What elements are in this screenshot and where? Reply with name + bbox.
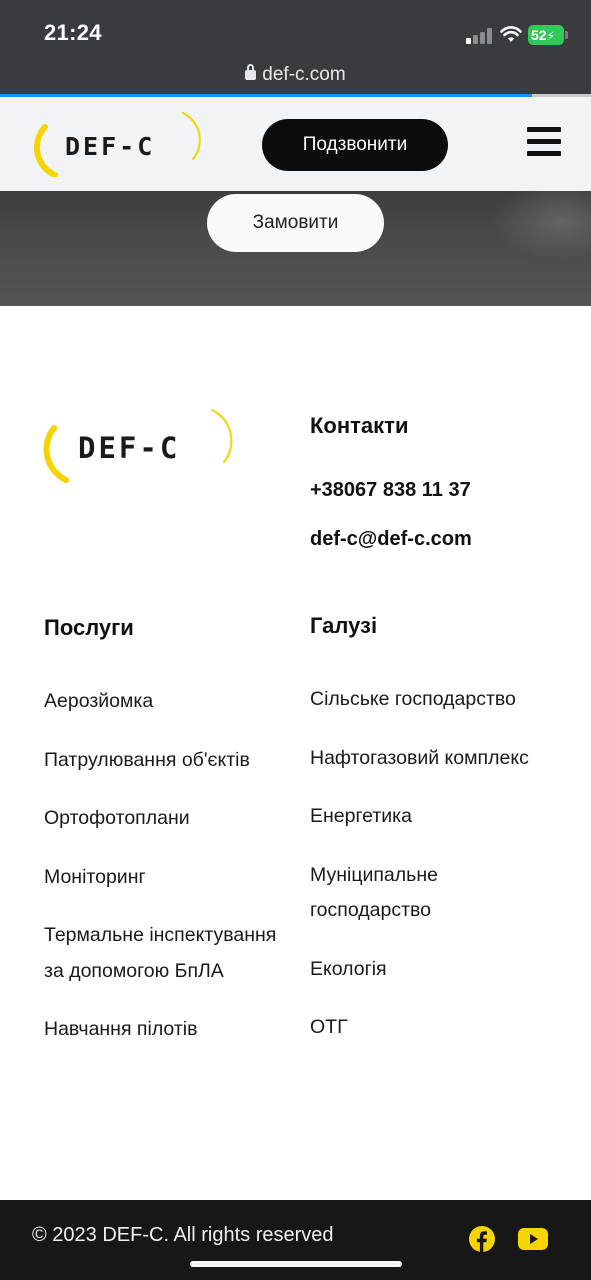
- services-item-patrol[interactable]: Патрулювання об'єктів: [44, 743, 290, 779]
- phone-link[interactable]: +38067 838 11 37: [310, 479, 471, 502]
- industries-item-ecology[interactable]: Екологія: [310, 952, 570, 988]
- services-item-monitoring[interactable]: Моніторинг: [44, 860, 290, 896]
- call-button[interactable]: Подзвонити: [262, 119, 448, 171]
- services-heading: Послуги: [44, 615, 134, 640]
- industries-item-otg[interactable]: ОТГ: [310, 1010, 570, 1046]
- order-button[interactable]: Замовити: [207, 194, 384, 252]
- industries-item-oil-gas[interactable]: Нафтогазовий комплекс: [310, 741, 570, 777]
- contacts-heading: Контакти: [310, 413, 409, 438]
- status-bar: 21:24 52⚡ def-c.com: [0, 0, 591, 97]
- battery-icon: 52⚡: [528, 25, 568, 45]
- bottom-bar: © 2023 DEF-C. All rights reserved: [0, 1200, 591, 1280]
- youtube-icon[interactable]: [518, 1228, 548, 1250]
- battery-level: 52: [531, 27, 547, 43]
- site-header: DEF-C Подзвонити: [0, 97, 591, 191]
- industries-item-energy[interactable]: Енергетика: [310, 799, 570, 835]
- wifi-icon: [500, 26, 522, 42]
- industries-item-agriculture[interactable]: Сільське господарство: [310, 682, 570, 718]
- url-text: def-c.com: [262, 64, 346, 85]
- status-time: 21:24: [44, 20, 102, 45]
- services-item-training[interactable]: Навчання пілотів: [44, 1012, 290, 1048]
- lock-icon: [245, 64, 257, 80]
- url-bar[interactable]: def-c.com: [0, 64, 591, 86]
- footer: DEF-C Контакти +38067 838 11 37 def-c@de…: [0, 306, 591, 1200]
- industries-item-municipal[interactable]: Муніципальне господарство: [310, 858, 490, 929]
- header-logo-text: DEF-C: [65, 132, 155, 161]
- services-item-thermal[interactable]: Термальне інспектування за допомогою БпЛ…: [44, 918, 290, 989]
- services-item-aerial[interactable]: Аерозйомка: [44, 684, 290, 720]
- header-logo[interactable]: DEF-C: [33, 109, 205, 177]
- cellular-signal-icon: [466, 28, 494, 44]
- email-link[interactable]: def-c@def-c.com: [310, 528, 472, 551]
- copyright-text: © 2023 DEF-C. All rights reserved: [32, 1224, 334, 1246]
- footer-logo-text: DEF-C: [78, 431, 180, 465]
- footer-logo[interactable]: DEF-C: [42, 406, 238, 486]
- home-indicator: [190, 1261, 402, 1267]
- services-item-orthophoto[interactable]: Ортофотоплани: [44, 801, 290, 837]
- industries-list: Сільське господарство Нафтогазовий компл…: [310, 682, 570, 1069]
- industries-heading: Галузі: [310, 613, 378, 638]
- hero-section: Замовити: [0, 191, 591, 306]
- hamburger-menu-icon[interactable]: [527, 127, 561, 157]
- services-list: Аерозйомка Патрулювання об'єктів Ортофот…: [44, 684, 290, 1071]
- facebook-icon[interactable]: [469, 1226, 495, 1252]
